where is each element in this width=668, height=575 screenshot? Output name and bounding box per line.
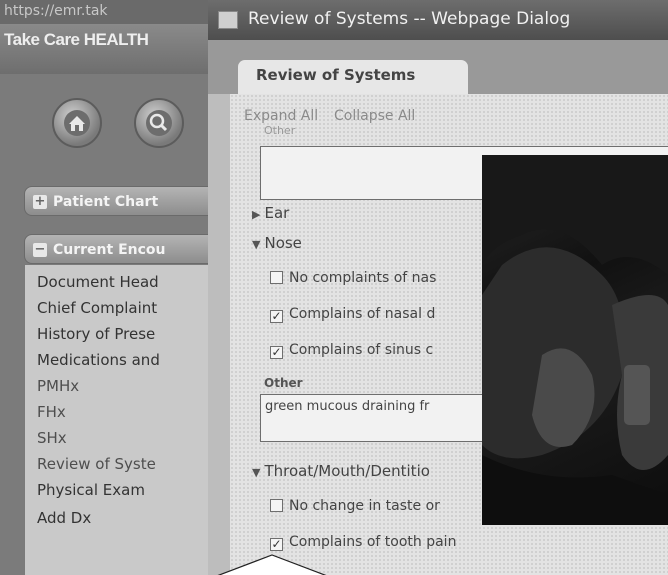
screenshot: https://emr.tak Take Care HEALTH + Patien…: [0, 0, 668, 575]
callout-pointer: [217, 554, 327, 575]
